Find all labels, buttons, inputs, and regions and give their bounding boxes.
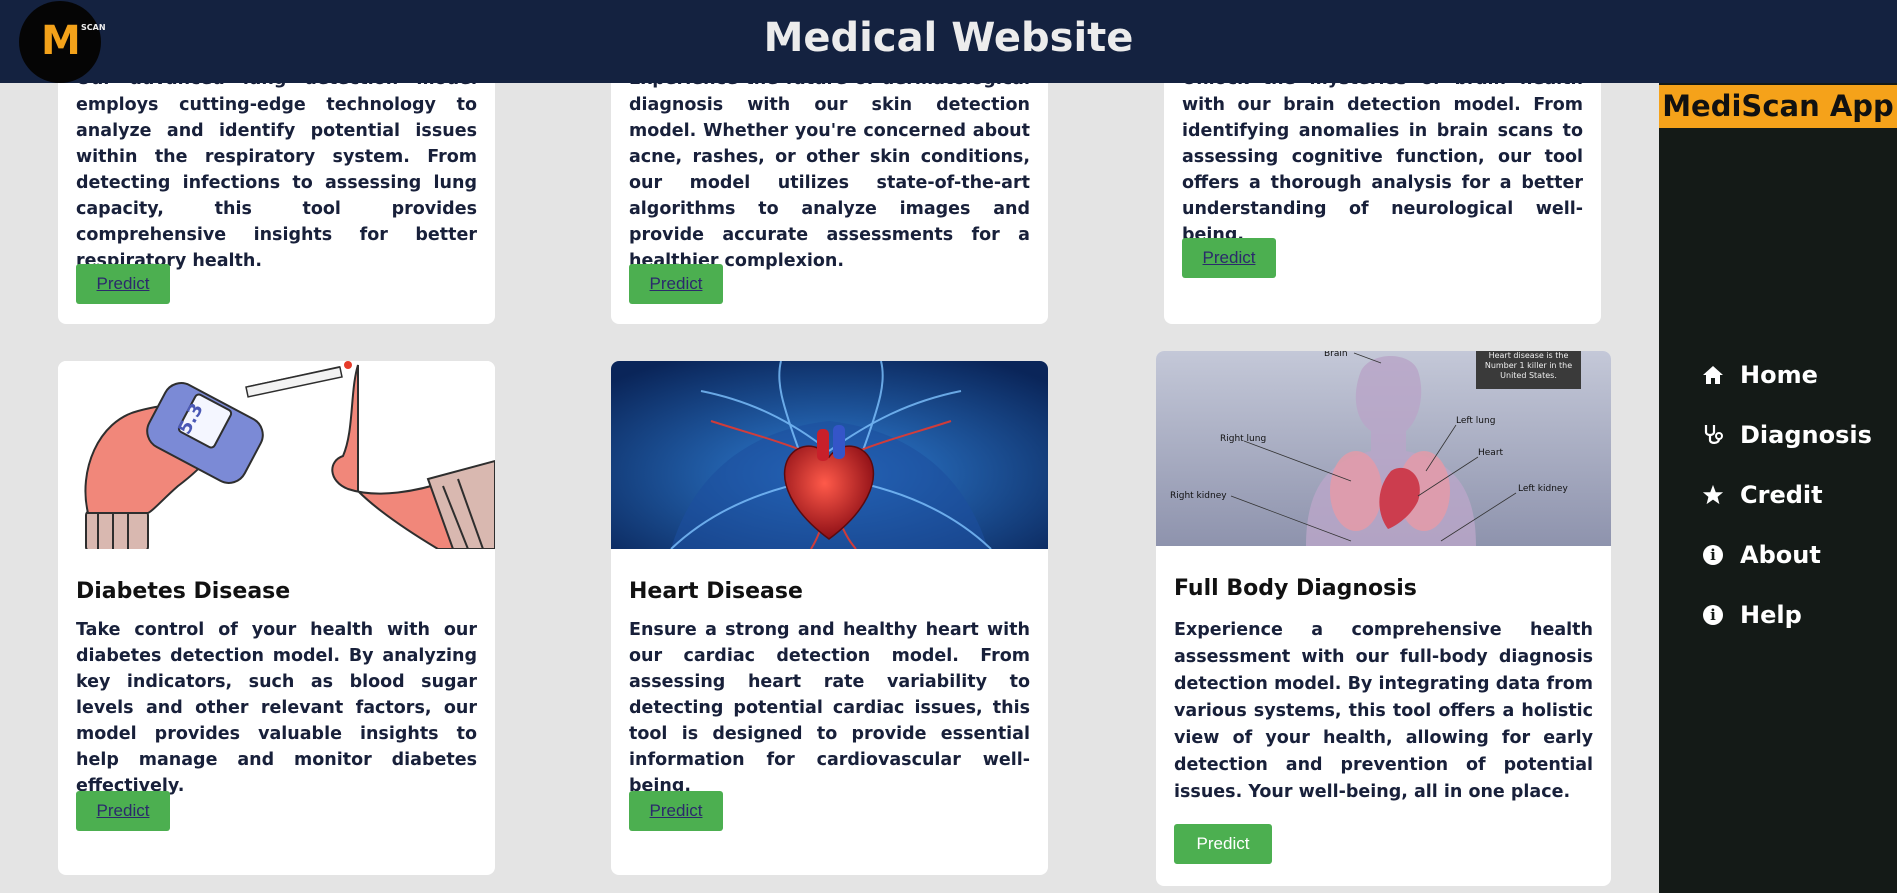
label-right-kidney: Right kidney — [1170, 491, 1227, 501]
sidebar-item-home[interactable]: Home — [1696, 345, 1896, 405]
heart-card-title: Heart Disease — [629, 579, 803, 604]
diabetes-illustration: 5.3 — [58, 361, 495, 549]
diabetes-predict-button[interactable]: Predict — [76, 791, 170, 831]
full-body-card: Heart disease is the Number 1 killer in … — [1156, 351, 1611, 886]
sidebar-item-label: Help — [1740, 601, 1802, 629]
sidebar-item-diagnosis[interactable]: Diagnosis — [1696, 405, 1896, 465]
star-icon — [1696, 484, 1730, 506]
label-brain: Brain — [1324, 351, 1348, 359]
page-title: Medical Website — [763, 15, 1134, 61]
heart-predict-button[interactable]: Predict — [629, 791, 723, 831]
full-body-card-title: Full Body Diagnosis — [1174, 576, 1417, 601]
full-body-predict-button[interactable]: Predict — [1174, 824, 1272, 864]
full-body-image: Heart disease is the Number 1 killer in … — [1156, 351, 1611, 546]
heart-card-description: Ensure a strong and healthy heart with o… — [629, 620, 1030, 796]
home-icon — [1696, 365, 1730, 385]
sidebar: MediScan App Home Diagnosis Credit i Abo… — [1659, 83, 1897, 893]
diabetes-card-description: Take control of your health with our dia… — [76, 620, 477, 796]
site-header: M SCAN Medical Website — [0, 0, 1897, 83]
brain-card-description: Unlock the mysteries of brain health wit… — [1182, 69, 1583, 245]
label-left-kidney: Left kidney — [1518, 484, 1568, 494]
sidebar-item-about[interactable]: i About — [1696, 525, 1896, 585]
sidebar-item-label: Credit — [1740, 481, 1823, 509]
diabetes-card-title: Diabetes Disease — [76, 579, 291, 604]
image-caption: Heart disease is the Number 1 killer in … — [1484, 351, 1573, 380]
left-sleeve — [85, 510, 149, 549]
sidebar-item-label: Home — [1740, 361, 1818, 389]
lung-predict-button[interactable]: Predict — [76, 264, 170, 304]
heart-card: Heart Disease Ensure a strong and health… — [611, 361, 1048, 875]
skin-card-description: Experience the future of dermatological … — [629, 69, 1030, 271]
sidebar-item-label: About — [1740, 541, 1821, 569]
label-heart: Heart — [1478, 448, 1504, 458]
info-icon: i — [1696, 605, 1730, 625]
skin-predict-button[interactable]: Predict — [629, 264, 723, 304]
diabetes-card: 5.3 Diabetes Disease Take control of you… — [58, 361, 495, 875]
full-body-card-description: Experience a comprehensive health assess… — [1174, 620, 1593, 802]
brain-predict-button[interactable]: Predict — [1182, 238, 1276, 278]
info-icon: i — [1696, 545, 1730, 565]
sidebar-item-label: Diagnosis — [1740, 421, 1872, 449]
sidebar-item-credit[interactable]: Credit — [1696, 465, 1896, 525]
lung-card-description: Our advanced lung detection model employ… — [76, 69, 477, 271]
stethoscope-icon — [1696, 423, 1730, 447]
heart-image — [611, 361, 1048, 549]
app-name-badge: MediScan App — [1659, 85, 1897, 128]
sidebar-item-help[interactable]: i Help — [1696, 585, 1896, 645]
label-right-lung: Right lung — [1220, 434, 1266, 444]
sidebar-nav: Home Diagnosis Credit i About i Help — [1696, 345, 1896, 645]
label-left-lung: Left lung — [1456, 416, 1495, 426]
